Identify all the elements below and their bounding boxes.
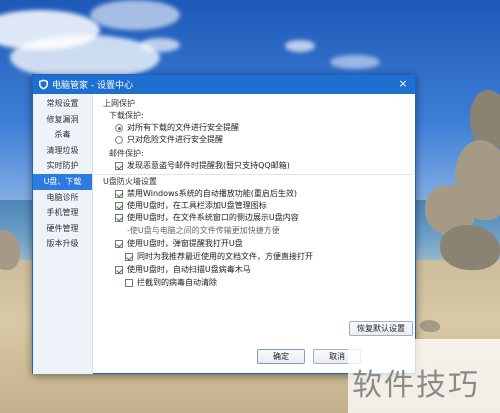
side-window-hint: -使U盘与电脑之间的文件传输更加快捷方便: [127, 226, 280, 235]
sidebar-item-patch[interactable]: 修复漏洞: [33, 112, 92, 128]
cloud: [140, 38, 180, 52]
download-protection-label: 下载保护:: [109, 111, 144, 120]
settings-content: 上网保护 下载保护: 对所有下载的文件进行安全提醒 只对危险文件进行安全提醒 邮…: [95, 94, 415, 374]
radio-dangerous-only[interactable]: [115, 136, 123, 144]
sidebar-item-clinic[interactable]: 电脑诊所: [33, 190, 92, 206]
checkbox-toolbar-icon[interactable]: [115, 202, 123, 210]
settings-dialog: 电脑管家 - 设置中心 × 常规设置 修复漏洞 杀毒 清理垃圾 实时防护 U盘、…: [32, 74, 416, 374]
checkbox-popup-reminder-label: 使用U盘时，弹窗提醒我打开U盘: [127, 239, 243, 248]
shield-logo-icon: [38, 79, 49, 90]
sidebar-item-antivirus[interactable]: 杀毒: [33, 127, 92, 143]
section-usb-firewall: U盘防火墙设置: [103, 177, 157, 186]
close-icon[interactable]: ×: [397, 78, 409, 90]
watermark-text: 软件技巧: [352, 368, 480, 403]
checkbox-auto-scan[interactable]: [115, 266, 123, 274]
checkbox-toolbar-icon-label: 使用U盘时，在工具栏添加U盘管理图标: [127, 201, 267, 210]
restore-defaults-button[interactable]: 恢复默认设置: [349, 321, 413, 336]
checkbox-disable-autoplay[interactable]: [115, 190, 123, 198]
sidebar: 常规设置 修复漏洞 杀毒 清理垃圾 实时防护 U盘、下载 电脑诊所 手机管理 硬…: [33, 94, 93, 374]
sidebar-item-cleanup[interactable]: 清理垃圾: [33, 143, 92, 159]
sidebar-item-upgrade[interactable]: 版本升级: [33, 236, 92, 252]
ok-button[interactable]: 确定: [257, 349, 305, 364]
window-title: 电脑管家 - 设置中心: [52, 81, 133, 91]
checkbox-auto-clean-label: 拦截到的病毒自动清除: [137, 278, 217, 287]
checkbox-side-window[interactable]: [115, 214, 123, 222]
radio-all-downloads[interactable]: [115, 124, 123, 132]
sidebar-item-general[interactable]: 常规设置: [33, 96, 92, 112]
checkbox-recent-files-label: 同时为我推荐最近使用的文档文件，方便直接打开: [137, 252, 313, 261]
sidebar-item-phone[interactable]: 手机管理: [33, 205, 92, 221]
checkbox-side-window-label: 使用U盘时，在文件系统窗口的侧边展示U盘内容: [127, 213, 299, 222]
checkbox-auto-scan-label: 使用U盘时，自动扫描U盘病毒木马: [127, 265, 251, 274]
mail-protection-label: 邮件保护:: [109, 149, 144, 158]
section-online-protection: 上网保护: [103, 99, 135, 108]
cloud: [330, 55, 380, 69]
checkbox-mail-warning-label: 发现恶意盗号邮件时提醒我(暂只支持QQ邮箱): [127, 161, 290, 170]
sidebar-item-usb-download[interactable]: U盘、下载: [33, 173, 92, 190]
checkbox-popup-reminder[interactable]: [115, 240, 123, 248]
sidebar-item-hardware[interactable]: 硬件管理: [33, 221, 92, 237]
sidebar-item-realtime[interactable]: 实时防护: [33, 158, 92, 174]
radio-all-downloads-label: 对所有下载的文件进行安全提醒: [127, 123, 239, 132]
checkbox-recent-files[interactable]: [125, 253, 133, 261]
cloud: [285, 40, 315, 52]
checkbox-auto-clean[interactable]: [125, 279, 133, 287]
radio-dangerous-only-label: 只对危险文件进行安全提醒: [127, 135, 223, 144]
titlebar[interactable]: 电脑管家 - 设置中心 ×: [33, 75, 415, 94]
checkbox-disable-autoplay-label: 禁用Windows系统的自动播放功能(重启后生效): [127, 189, 297, 198]
cloud: [90, 0, 180, 30]
checkbox-mail-warning[interactable]: [115, 162, 123, 170]
rock: [420, 320, 440, 332]
divider: [95, 174, 413, 175]
